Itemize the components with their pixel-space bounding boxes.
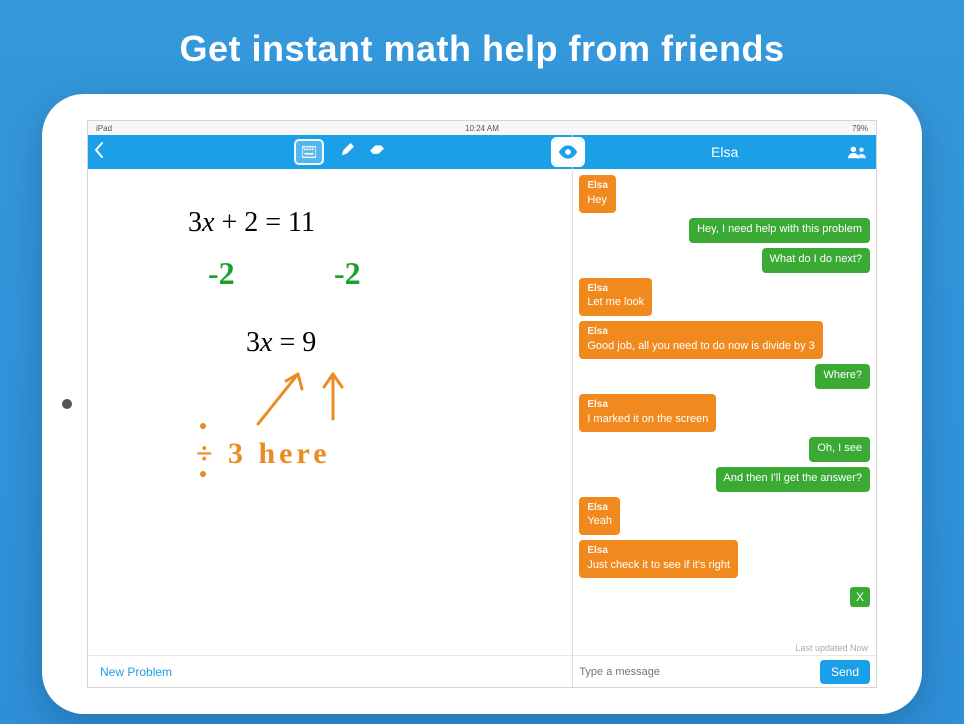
chat-message-text: Hey, I need help with this problem <box>697 223 862 237</box>
chat-message-sender: Elsa <box>587 502 612 515</box>
equation-2: 3x = 9 <box>246 327 316 359</box>
keyboard-tool-icon[interactable] <box>294 139 324 165</box>
headline: Get instant math help from friends <box>179 28 784 70</box>
chat-message-text: I marked it on the screen <box>587 413 708 427</box>
chat-message-me: Where? <box>815 364 870 389</box>
status-left: iPad <box>96 124 112 133</box>
status-bar: iPad 10:24 AM 79% <box>88 121 876 135</box>
divide-dot-bottom <box>200 471 206 477</box>
tablet-frame: iPad 10:24 AM 79% <box>42 94 922 714</box>
chat-header-name: Elsa <box>711 144 738 160</box>
chat-message-text: Just check it to see if it's right <box>587 559 730 573</box>
new-problem-button[interactable]: New Problem <box>100 665 172 679</box>
chat-panel: Elsa ElsaHeyHey, I need help with this p… <box>573 135 876 687</box>
last-updated: Last updated Now <box>573 640 876 655</box>
divide-dot-top <box>200 423 206 429</box>
whiteboard-footer: New Problem <box>88 655 572 687</box>
status-battery: 79% <box>852 124 868 133</box>
chat-message-friend: ElsaHey <box>579 175 616 213</box>
people-icon[interactable] <box>848 145 866 159</box>
chat-message-text: Yeah <box>587 515 612 529</box>
chat-header: Elsa <box>573 135 876 169</box>
send-button[interactable]: Send <box>820 660 870 684</box>
annotation-minus-a: -2 <box>208 255 235 292</box>
equation-1: 3x + 2 = 11 <box>188 207 315 239</box>
chat-message-sender: Elsa <box>587 283 644 296</box>
eraser-tool-icon[interactable] <box>370 143 384 162</box>
chat-message-text: Oh, I see <box>817 442 862 456</box>
arrow-annotations-icon <box>228 359 388 439</box>
chat-message-text: Hey <box>587 194 608 208</box>
whiteboard-canvas[interactable]: 3x + 2 = 11 -2 -2 3x = 9 ÷ 3 here <box>88 169 572 655</box>
home-button[interactable] <box>62 399 72 409</box>
back-button[interactable] <box>94 142 104 163</box>
annotation-minus-b: -2 <box>334 255 361 292</box>
chat-message-sender: Elsa <box>587 180 608 193</box>
chat-message-text: And then I'll get the answer? <box>724 472 862 486</box>
pencil-tool-icon[interactable] <box>340 143 354 162</box>
annotation-divide: ÷ 3 here <box>196 437 331 471</box>
app-content: 3x + 2 = 11 -2 -2 3x = 9 ÷ 3 here <box>88 135 876 687</box>
chat-message-text: What do I do next? <box>770 253 862 267</box>
chat-message-friend: ElsaGood job, all you need to do now is … <box>579 321 822 359</box>
chat-message-friend: ElsaLet me look <box>579 278 652 316</box>
chat-message-sender: Elsa <box>587 545 730 558</box>
chat-message-friend: ElsaYeah <box>579 497 620 535</box>
whiteboard-panel: 3x + 2 = 11 -2 -2 3x = 9 ÷ 3 here <box>88 135 573 687</box>
close-chat-button[interactable]: X <box>850 587 870 607</box>
chat-message-text: Where? <box>823 369 862 383</box>
chat-message-me: Hey, I need help with this problem <box>689 218 870 243</box>
chat-message-me: What do I do next? <box>762 248 870 273</box>
chat-message-me: And then I'll get the answer? <box>716 467 870 492</box>
chat-message-text: Let me look <box>587 296 644 310</box>
view-toggle-button[interactable] <box>551 137 585 167</box>
chat-messages[interactable]: ElsaHeyHey, I need help with this proble… <box>573 169 876 640</box>
chat-message-sender: Elsa <box>587 399 708 412</box>
chat-message-text: Good job, all you need to do now is divi… <box>587 340 814 354</box>
chat-input-row: Send <box>573 655 876 687</box>
chat-message-friend: ElsaJust check it to see if it's right <box>579 540 738 578</box>
chat-message-sender: Elsa <box>587 326 814 339</box>
status-time: 10:24 AM <box>465 124 499 133</box>
chat-message-me: Oh, I see <box>809 437 870 462</box>
screen: iPad 10:24 AM 79% <box>87 120 877 688</box>
chat-input[interactable] <box>579 666 814 678</box>
whiteboard-toolbar <box>88 135 572 169</box>
chat-message-friend: ElsaI marked it on the screen <box>579 394 716 432</box>
